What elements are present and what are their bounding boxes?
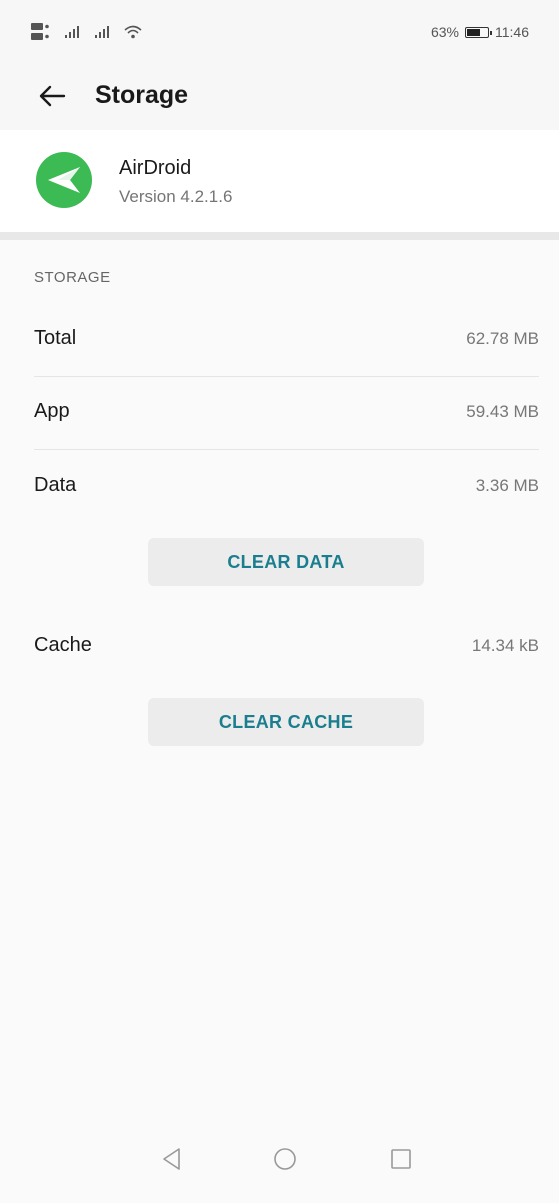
app-info-card: AirDroid Version 4.2.1.6 bbox=[0, 130, 559, 232]
battery-icon bbox=[465, 26, 492, 38]
storage-row-data: Data 3.36 MB bbox=[0, 452, 559, 524]
battery-percent: 63% bbox=[430, 24, 459, 40]
row-value: 3.36 MB bbox=[475, 476, 539, 495]
row-value: 14.34 kB bbox=[471, 636, 539, 655]
storage-row-app: App 59.43 MB bbox=[0, 378, 559, 450]
airdroid-logo-icon bbox=[36, 152, 92, 208]
navigation-bar bbox=[0, 1120, 559, 1203]
row-value: 62.78 MB bbox=[466, 329, 539, 348]
status-bar: 63% 11:46 bbox=[0, 0, 559, 62]
section-divider bbox=[0, 232, 559, 240]
app-version: Version 4.2.1.6 bbox=[119, 187, 233, 206]
row-label: App bbox=[34, 400, 70, 422]
row-divider bbox=[34, 449, 539, 450]
storage-section: STORAGE Total 62.78 MB App 59.43 MB Data… bbox=[0, 240, 559, 1120]
nav-back-icon[interactable] bbox=[155, 1142, 189, 1176]
status-icons-left bbox=[30, 22, 142, 42]
app-bar: Storage bbox=[0, 62, 559, 130]
page-title: Storage bbox=[95, 81, 189, 109]
signal-icon bbox=[65, 26, 79, 38]
storage-row-cache: Cache 14.34 kB bbox=[0, 612, 559, 684]
sim-icon bbox=[31, 23, 49, 40]
row-value: 59.43 MB bbox=[466, 402, 539, 421]
clear-data-button[interactable]: CLEAR DATA bbox=[148, 538, 424, 586]
nav-home-icon[interactable] bbox=[268, 1142, 302, 1176]
row-divider bbox=[34, 376, 539, 377]
row-label: Cache bbox=[34, 634, 92, 656]
nav-recents-icon[interactable] bbox=[384, 1142, 418, 1176]
status-icons-right: 63% 11:46 bbox=[431, 24, 529, 40]
clear-cache-button[interactable]: CLEAR CACHE bbox=[148, 698, 424, 746]
storage-row-total: Total 62.78 MB bbox=[0, 305, 559, 377]
app-name: AirDroid bbox=[119, 157, 192, 179]
wifi-icon bbox=[124, 25, 142, 39]
signal-icon bbox=[95, 26, 109, 38]
back-arrow-icon[interactable] bbox=[36, 80, 68, 112]
section-header: STORAGE bbox=[34, 269, 111, 286]
row-label: Total bbox=[34, 327, 77, 349]
row-label: Data bbox=[34, 474, 77, 496]
clock: 11:46 bbox=[495, 24, 529, 40]
